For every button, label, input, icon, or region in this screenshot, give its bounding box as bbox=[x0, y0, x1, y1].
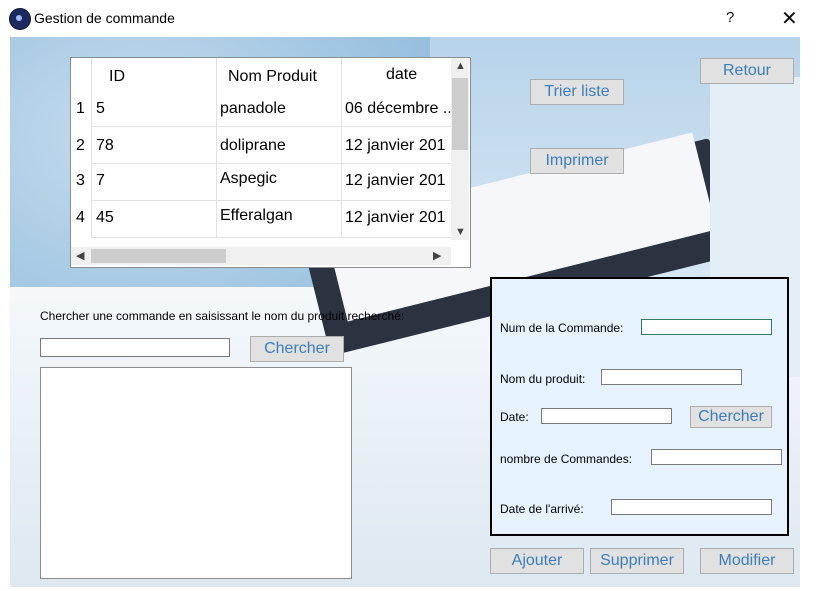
date-arrive-input[interactable] bbox=[611, 499, 772, 515]
search-input[interactable] bbox=[40, 338, 230, 357]
trier-liste-button[interactable]: Trier liste bbox=[530, 79, 624, 105]
header-id[interactable]: ID bbox=[109, 68, 125, 86]
row-number: 2 bbox=[76, 137, 85, 154]
table-row[interactable]: 3 7 Aspegic 12 janvier 201 bbox=[71, 164, 451, 200]
search-results-box[interactable] bbox=[40, 367, 352, 579]
ajouter-button[interactable]: Ajouter bbox=[490, 548, 584, 574]
cell-id[interactable]: 5 bbox=[96, 100, 105, 118]
nom-produit-input[interactable] bbox=[601, 369, 742, 385]
supprimer-button[interactable]: Supprimer bbox=[590, 548, 684, 574]
date-label: Date: bbox=[500, 410, 529, 424]
app-icon bbox=[9, 8, 31, 30]
table-row[interactable]: 2 78 doliprane 12 janvier 201 bbox=[71, 129, 451, 165]
scroll-right-icon[interactable]: ▶ bbox=[433, 249, 441, 262]
cell-id[interactable]: 45 bbox=[96, 209, 114, 227]
num-commande-label: Num de la Commande: bbox=[500, 321, 624, 335]
horizontal-scrollbar[interactable]: ◀ ▶ bbox=[71, 247, 451, 265]
date-input[interactable] bbox=[541, 408, 672, 424]
close-icon[interactable]: ✕ bbox=[781, 6, 798, 31]
vertical-scrollbar[interactable]: ▲ ▼ bbox=[451, 58, 469, 240]
cell-date[interactable]: 12 janvier 201 bbox=[345, 209, 451, 227]
cell-produit[interactable]: doliprane bbox=[220, 137, 286, 155]
imprimer-button[interactable]: Imprimer bbox=[530, 148, 624, 174]
search-label: Chercher une commande en saisissant le n… bbox=[40, 309, 405, 323]
header-nom-produit[interactable]: Nom Produit bbox=[228, 68, 317, 86]
date-arrive-label: Date de l'arrivé: bbox=[500, 502, 584, 516]
chercher-date-button[interactable]: Chercher bbox=[690, 406, 772, 428]
cell-produit[interactable]: panadole bbox=[220, 100, 286, 118]
vertical-scroll-thumb[interactable] bbox=[452, 78, 468, 150]
header-date[interactable]: date bbox=[386, 66, 417, 84]
title-bar: Gestion de commande ? ✕ bbox=[0, 0, 821, 37]
nombre-commandes-label: nombre de Commandes: bbox=[500, 452, 633, 466]
window-title: Gestion de commande bbox=[34, 10, 175, 26]
cell-date[interactable]: 12 janvier 201 bbox=[345, 137, 451, 155]
chercher-button[interactable]: Chercher bbox=[250, 336, 344, 362]
row-number: 4 bbox=[76, 209, 85, 226]
horizontal-scroll-thumb[interactable] bbox=[91, 249, 226, 263]
cell-date[interactable]: 12 janvier 201 bbox=[345, 172, 451, 190]
cell-date[interactable]: 06 décembre ... bbox=[345, 100, 451, 118]
retour-button[interactable]: Retour bbox=[700, 58, 794, 84]
nom-produit-label: Nom du produit: bbox=[500, 372, 586, 386]
scroll-up-icon[interactable]: ▲ bbox=[455, 60, 466, 72]
modifier-button[interactable]: Modifier bbox=[700, 548, 794, 574]
table-header: ID Nom Produit date bbox=[71, 58, 451, 92]
table-row[interactable]: 4 45 Efferalgan 12 janvier 201 bbox=[71, 201, 451, 237]
scroll-down-icon[interactable]: ▼ bbox=[455, 226, 466, 238]
order-form-panel: Num de la Commande: Nom du produit: Date… bbox=[490, 277, 789, 536]
table-row[interactable]: 1 5 panadole 06 décembre ... bbox=[71, 92, 451, 128]
nombre-commandes-input[interactable] bbox=[651, 449, 782, 465]
help-icon[interactable]: ? bbox=[726, 9, 734, 26]
cell-id[interactable]: 7 bbox=[96, 172, 105, 190]
cell-produit[interactable]: Efferalgan bbox=[220, 207, 293, 225]
cell-id[interactable]: 78 bbox=[96, 137, 114, 155]
num-commande-input[interactable] bbox=[641, 319, 772, 335]
cell-produit[interactable]: Aspegic bbox=[220, 170, 277, 188]
orders-table[interactable]: ID Nom Produit date 1 5 panadole 06 déce… bbox=[70, 57, 471, 268]
scroll-left-icon[interactable]: ◀ bbox=[76, 249, 84, 262]
row-number: 3 bbox=[76, 172, 85, 189]
row-number: 1 bbox=[76, 100, 85, 117]
